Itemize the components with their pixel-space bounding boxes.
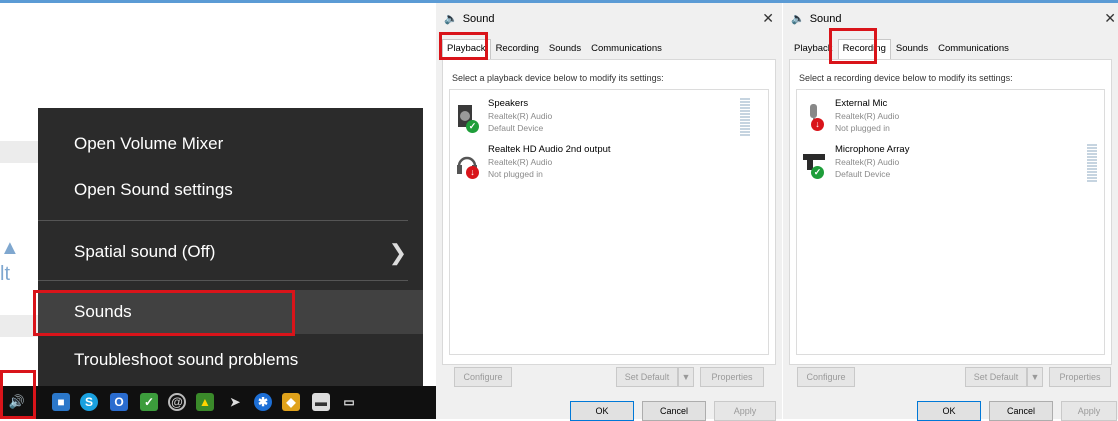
desktop-window-edge <box>0 141 40 163</box>
tab-communications[interactable]: Communications <box>933 39 1014 59</box>
dialog-title: 🔈 Sound <box>444 12 495 26</box>
security-shield-icon[interactable]: ✓ <box>140 393 158 411</box>
unplugged-arrow-icon: ↓ <box>466 166 479 179</box>
sound-dialog-playback: 🔈 Sound ✕ Playback Recording Sounds Comm… <box>436 3 782 421</box>
app-tray-icon[interactable]: ◆ <box>282 393 300 411</box>
close-icon[interactable]: ✕ <box>762 10 774 27</box>
instruction-text: Select a recording device below to modif… <box>799 73 1013 83</box>
set-default-button[interactable]: Set Default <box>616 367 678 387</box>
device-item-external-mic[interactable]: ↓ External Mic Realtek(R) Audio Not plug… <box>803 98 1083 142</box>
apply-button[interactable]: Apply <box>714 401 776 421</box>
default-check-icon: ✓ <box>811 166 824 179</box>
device-driver: Realtek(R) Audio <box>488 111 553 121</box>
device-driver: Realtek(R) Audio <box>488 157 553 167</box>
menu-item-label: Open Volume Mixer <box>74 134 224 153</box>
sound-dialog-recording: 🔈 Sound ✕ Playback Recording Sounds Comm… <box>783 3 1118 421</box>
menu-item-label: Spatial sound (Off) <box>74 242 216 261</box>
volume-context-menu: Open Volume Mixer Open Sound settings Sp… <box>38 108 423 401</box>
dialog-title-text: Sound <box>809 12 842 25</box>
menu-item-label: Troubleshoot sound problems <box>74 350 299 369</box>
unplugged-arrow-icon: ↓ <box>811 118 824 131</box>
default-check-icon: ✓ <box>466 120 479 133</box>
set-default-dropdown[interactable]: ▼ <box>678 367 694 387</box>
close-icon[interactable]: ✕ <box>1104 10 1116 27</box>
device-name: Realtek HD Audio 2nd output <box>488 144 611 155</box>
desktop-logo-fragment: ▲ lt <box>0 237 20 285</box>
tab-sounds[interactable]: Sounds <box>891 39 933 59</box>
menu-item-open-volume-mixer[interactable]: Open Volume Mixer <box>38 122 423 166</box>
device-item-speakers[interactable]: ✓ Speakers Realtek(R) Audio Default Devi… <box>456 98 736 142</box>
playback-panel: Select a playback device below to modify… <box>442 59 776 365</box>
properties-button[interactable]: Properties <box>1049 367 1111 387</box>
network-plane-icon[interactable]: ➤ <box>226 393 244 411</box>
chevron-down-icon: ▼ <box>681 372 691 382</box>
properties-button[interactable]: Properties <box>700 367 764 387</box>
level-meter <box>1087 144 1097 182</box>
chevron-down-icon: ▼ <box>1030 372 1040 382</box>
circle-app-icon[interactable]: @ <box>168 393 186 411</box>
skype-icon[interactable]: S <box>80 393 98 411</box>
device-status: Default Device <box>488 123 544 133</box>
device-status: Not plugged in <box>835 123 890 133</box>
instruction-text: Select a playback device below to modify… <box>452 73 664 83</box>
warning-app-icon[interactable]: ▲ <box>196 393 214 411</box>
tab-recording[interactable]: Recording <box>491 39 544 59</box>
set-default-dropdown[interactable]: ▼ <box>1027 367 1043 387</box>
device-name: Microphone Array <box>835 144 910 155</box>
desktop-window-edge <box>0 315 40 337</box>
menu-item-troubleshoot[interactable]: Troubleshoot sound problems <box>38 338 423 382</box>
tab-playback[interactable]: Playback <box>789 39 838 59</box>
dialog-title: 🔈 Sound <box>791 12 842 26</box>
device-list[interactable]: ✓ Speakers Realtek(R) Audio Default Devi… <box>449 89 769 355</box>
menu-item-label: Open Sound settings <box>74 180 233 199</box>
bluetooth-icon[interactable]: ✱ <box>254 393 272 411</box>
device-status: Not plugged in <box>488 169 543 179</box>
device-item-realtek-2nd-output[interactable]: ↓ Realtek HD Audio 2nd output Realtek(R)… <box>456 144 736 188</box>
chevron-right-icon: ❯ <box>388 240 407 265</box>
speaker-volume-icon[interactable]: 🔊 <box>8 393 26 411</box>
speaker-icon: 🔈 <box>444 13 458 25</box>
tray-app-icon[interactable]: ■ <box>52 393 70 411</box>
menu-item-sounds[interactable]: Sounds <box>38 290 423 334</box>
recording-panel: Select a recording device below to modif… <box>789 59 1112 365</box>
ok-button[interactable]: OK <box>917 401 981 421</box>
taskbar: 🔊 ■ S O ✓ @ ▲ ➤ ✱ ◆ ▬ ▭ <box>0 386 436 419</box>
set-default-button[interactable]: Set Default <box>965 367 1027 387</box>
device-driver: Realtek(R) Audio <box>835 157 900 167</box>
apply-button[interactable]: Apply <box>1061 401 1117 421</box>
dialog-title-text: Sound <box>462 12 495 25</box>
device-list[interactable]: ↓ External Mic Realtek(R) Audio Not plug… <box>796 89 1105 355</box>
menu-separator <box>38 280 408 281</box>
tab-bar: Playback Recording Sounds Communications <box>789 39 1014 59</box>
device-name: External Mic <box>835 98 888 109</box>
monitor-icon[interactable]: ▭ <box>340 393 358 411</box>
speaker-icon: 🔈 <box>791 13 805 25</box>
menu-item-spatial-sound[interactable]: Spatial sound (Off) ❯ <box>38 230 423 274</box>
cancel-button[interactable]: Cancel <box>989 401 1053 421</box>
outlook-icon[interactable]: O <box>110 393 128 411</box>
configure-button[interactable]: Configure <box>797 367 855 387</box>
cancel-button[interactable]: Cancel <box>642 401 706 421</box>
level-meter <box>740 98 750 136</box>
battery-icon[interactable]: ▬ <box>312 393 330 411</box>
configure-button[interactable]: Configure <box>454 367 512 387</box>
tab-bar: Playback Recording Sounds Communications <box>442 39 667 59</box>
menu-item-open-sound-settings[interactable]: Open Sound settings <box>38 168 423 212</box>
menu-separator <box>38 220 408 221</box>
tab-sounds[interactable]: Sounds <box>544 39 586 59</box>
ok-button[interactable]: OK <box>570 401 634 421</box>
device-driver: Realtek(R) Audio <box>835 111 900 121</box>
menu-item-label: Sounds <box>74 302 132 321</box>
device-item-microphone-array[interactable]: ✓ Microphone Array Realtek(R) Audio Defa… <box>803 144 1083 188</box>
tab-communications[interactable]: Communications <box>586 39 667 59</box>
tab-recording[interactable]: Recording <box>837 39 891 59</box>
device-name: Speakers <box>488 98 529 109</box>
device-status: Default Device <box>835 169 891 179</box>
tab-playback[interactable]: Playback <box>442 39 491 59</box>
